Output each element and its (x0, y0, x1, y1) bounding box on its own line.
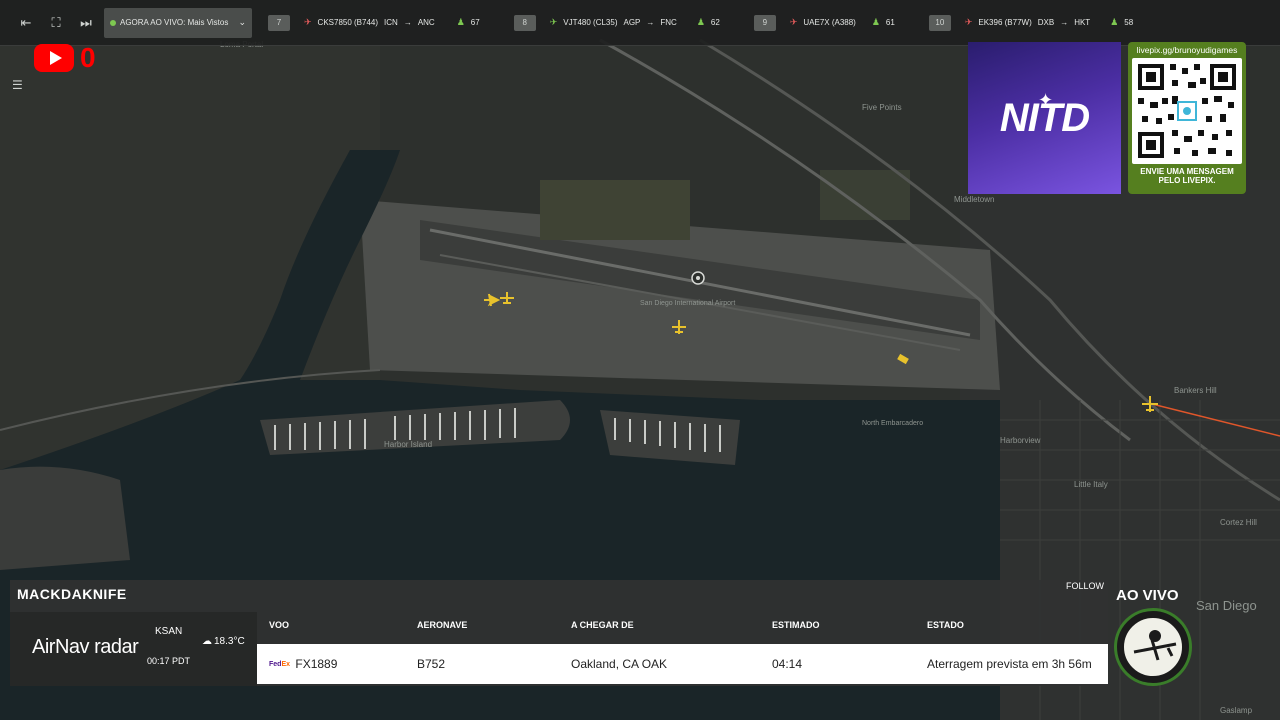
ao-vivo-label: AO VIVO (1116, 587, 1179, 604)
flight-route-from: DXB (1037, 18, 1055, 27)
follow-button[interactable]: FOLLOW (1066, 581, 1104, 591)
weather: ☁ 18.3°C (202, 636, 245, 647)
map-label-airport: San Diego International Airport (640, 300, 736, 307)
top-flight-item[interactable]: 9 ✈ UAE7X (A388) ♟ 61 (753, 14, 895, 31)
flight-rank: 9 (753, 14, 776, 31)
flight-rank: 8 (513, 14, 536, 31)
flight-viewers: 61 (885, 18, 895, 27)
header-status: ESTADO (927, 620, 964, 630)
top-flight-item[interactable]: 7 ✈ CKS7850 (B744) ICN → ANC ♟ 67 (268, 14, 480, 31)
local-time: 00:17 PDT (147, 656, 191, 666)
map-label-san-diego: San Diego (1196, 598, 1257, 613)
map-label-gaslamp: Gaslamp (1220, 706, 1253, 715)
badge-inner (1122, 616, 1184, 678)
top-flight-item[interactable]: 10 ✈ EK396 (B77W) DXB → HKT ♟ 58 (928, 14, 1134, 31)
flight-route-to: ANC (417, 18, 435, 27)
viewers-icon: ♟ (1110, 17, 1119, 27)
airplane-icon: ✈ (304, 17, 312, 27)
fullscreen-icon[interactable]: ⛶ (42, 9, 70, 37)
youtube-counter: 0 (80, 42, 96, 73)
temperature: 18.3°C (214, 636, 245, 647)
airplane-icon: ✈ (789, 17, 798, 27)
map-label-middletown: Middletown (954, 195, 995, 204)
live-view-select[interactable]: AGORA AO VIVO: Mais Vistos ⌄ (104, 7, 252, 38)
map-label-little-italy: Little Italy (1074, 480, 1108, 489)
map-label-five-points: Five Points (862, 103, 902, 112)
flight-rank: 10 (928, 14, 951, 31)
flight-callsign: EK396 (B77W) (978, 18, 1032, 27)
airport-pin-icon (691, 271, 705, 285)
map-label-bankers-hill: Bankers Hill (1174, 386, 1217, 395)
flight-callsign: UAE7X (A388) (803, 18, 856, 27)
flight-callsign: VJT480 (CL35) (563, 18, 618, 27)
rocket-icon: ✦ (1038, 90, 1054, 110)
top-bar: ⇤ ⛶ ⏭ AGORA AO VIVO: Mais Vistos ⌄ 7 ✈ C… (0, 0, 1280, 46)
airport-code: KSAN (155, 626, 183, 637)
youtube-logo-icon (34, 44, 74, 72)
list-view-icon[interactable]: ☰ (12, 78, 30, 94)
header-estimated: ESTIMADO (772, 620, 820, 630)
livepix-message: ENVIE UMA MENSAGEM PELO LIVEPIX. (1132, 167, 1242, 185)
airplane-emblem-icon (1133, 630, 1177, 661)
collapse-panel-icon[interactable]: ⇤ (12, 9, 40, 37)
panel-title: MACKDAKNIFE (17, 586, 127, 602)
cloud-icon: ☁ (202, 636, 212, 647)
map-label-north-embarcadero: North Embarcadero (862, 420, 924, 427)
chevron-down-icon: ⌄ (238, 17, 246, 27)
live-dot-icon (110, 19, 116, 26)
route-arrow-icon: → (1060, 18, 1069, 27)
estimated-time: 04:14 (772, 657, 803, 671)
flight-rank: 7 (268, 14, 290, 31)
flight-route-from: ICN (384, 18, 398, 27)
header-aircraft: AERONAVE (417, 620, 468, 630)
skip-next-icon[interactable]: ⏭ (72, 9, 100, 37)
flight-callsign: CKS7850 (B744) (317, 18, 379, 27)
flight-row[interactable]: Fed Ex FX1889 B752 Oakland, CA OAK 04:14 … (257, 644, 1108, 684)
airplane-icon: ✈ (549, 17, 558, 27)
flight-viewers: 67 (470, 18, 480, 27)
livepix-message-line1: ENVIE UMA MENSAGEM (1140, 167, 1234, 176)
header-arriving-from: A CHEGAR DE (571, 620, 634, 630)
flight-route-to: HKT (1074, 18, 1091, 27)
aircraft-type: B752 (417, 657, 446, 671)
livepix-message-line2: PELO LIVEPIX. (1158, 176, 1216, 185)
top-flight-item[interactable]: 8 ✈ VJT480 (CL35) AGP → FNC ♟ 62 (513, 14, 720, 31)
nitd-logo: NITD ✦ (968, 42, 1121, 194)
fedex-logo-icon: Fed Ex (269, 661, 291, 669)
viewers-icon: ♟ (871, 17, 880, 27)
livepix-qr-card: livepix.gg/brunoyudigames ENVIE UMA MENS… (1128, 42, 1246, 194)
flight-viewers: 62 (710, 18, 720, 27)
airnav-logo-bold: AirNav (32, 636, 90, 658)
route-arrow-icon: → (646, 18, 655, 27)
livepix-url: livepix.gg/brunoyudigames (1136, 45, 1238, 55)
map-label-harborview: Harborview (1000, 436, 1041, 445)
flight-cell: Fed Ex FX1889 (269, 657, 337, 671)
airnav-brand-area: AirNav radar KSAN 00:17 PDT ☁ 18.3°C (10, 612, 257, 686)
flight-number: FX1889 (295, 657, 338, 671)
airnav-logo-light: radar (94, 636, 139, 658)
route-arrow-icon: → (403, 18, 412, 27)
qr-code (1132, 58, 1242, 164)
viewers-icon: ♟ (456, 17, 465, 27)
map-label-cortez-hill: Cortez Hill (1220, 518, 1257, 527)
flight-info-panel: MACKDAKNIFE FOLLOW AirNav radar KSAN 00:… (10, 580, 1108, 686)
flight-route-from: AGP (623, 18, 641, 27)
flight-viewers: 58 (1124, 18, 1134, 27)
live-view-label: AGORA AO VIVO: Mais Vistos (120, 18, 229, 27)
airplane-icon: ✈ (964, 17, 973, 27)
map-label-harbor-island: Harbor Island (384, 440, 433, 449)
header-flight: VOO (269, 620, 290, 630)
viewers-icon: ♟ (696, 17, 705, 27)
arriving-from: Oakland, CA OAK (571, 657, 668, 671)
flight-route-to: FNC (660, 18, 677, 27)
flight-status: Aterragem prevista em 3h 56m (927, 657, 1092, 671)
channel-badge-logo (1114, 608, 1192, 686)
airnav-logo: AirNav radar (32, 636, 139, 659)
